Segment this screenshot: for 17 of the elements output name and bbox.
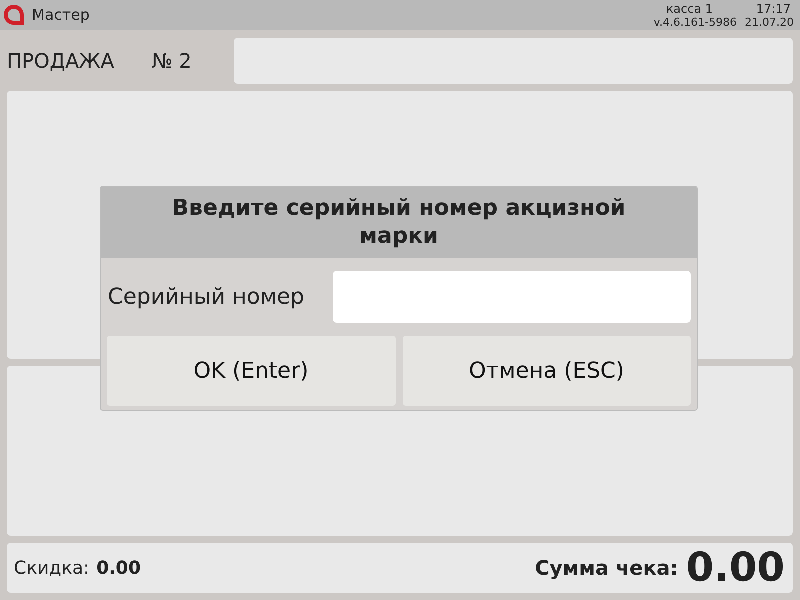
date-label: 21.07.20 xyxy=(745,16,794,30)
cancel-button[interactable]: Отмена (ESC) xyxy=(402,336,691,406)
discount-label: Скидка: xyxy=(14,558,90,578)
version-label: v.4.6.161-5986 xyxy=(654,16,738,30)
app-title: Мастер xyxy=(32,6,91,24)
serial-input-field[interactable] xyxy=(333,271,691,323)
total-value: 0.00 xyxy=(686,545,785,591)
field-label: Серийный номер xyxy=(108,284,306,310)
total-label: Сумма чека: xyxy=(535,556,678,580)
logo-icon xyxy=(4,5,24,25)
discount-value: 0.00 xyxy=(96,558,142,578)
mode-label: ПРОДАЖА xyxy=(7,49,116,73)
clock-time: 17:17 xyxy=(755,2,792,16)
register-label: касса 1 xyxy=(665,2,714,16)
dialog-title: Введите серийный номер акцизной марки xyxy=(101,187,697,258)
ok-button[interactable]: OK (Enter) xyxy=(107,336,396,406)
receipt-number: № 2 xyxy=(152,49,193,73)
